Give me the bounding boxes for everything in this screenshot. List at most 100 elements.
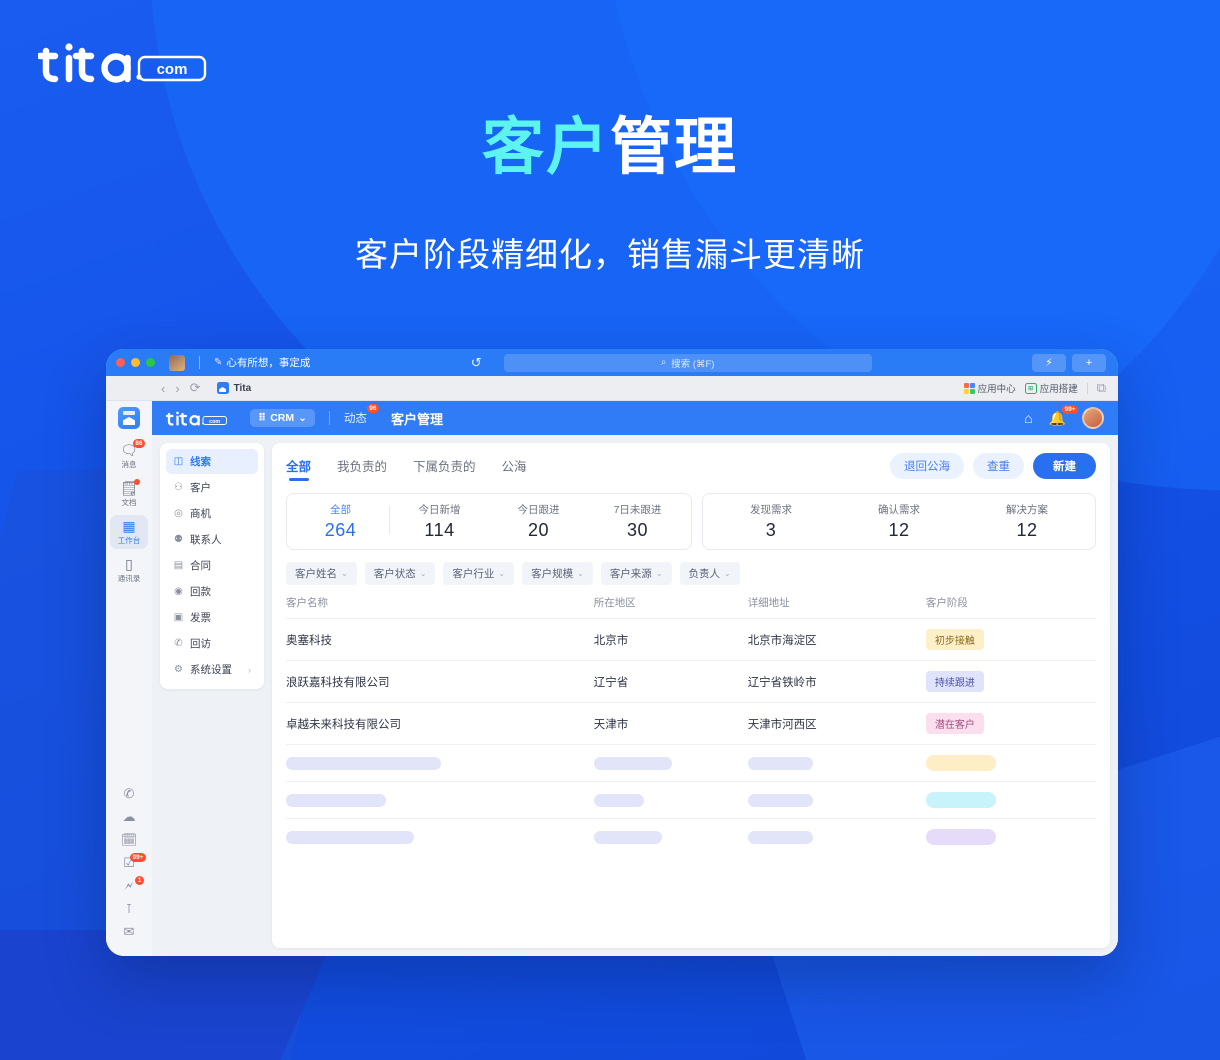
column-header-stage[interactable]: 客户阶段 <box>926 595 1096 619</box>
titlebar-avatar[interactable] <box>169 354 185 371</box>
nav-dynamic[interactable]: 动态 96 <box>344 404 379 426</box>
subnav-item-leads[interactable]: ◫ 线索 <box>166 449 258 474</box>
rocket-icon[interactable]: 🗲 1 <box>110 876 148 893</box>
calendar-icon[interactable]: 🗓 <box>110 833 148 847</box>
back-icon[interactable]: ‹ <box>161 381 165 396</box>
cell-skeleton-stage <box>925 818 1096 855</box>
reload-icon[interactable]: ⟳ <box>190 380 201 396</box>
share-icon[interactable]: ⧉ <box>1097 380 1106 396</box>
minimize-window-button[interactable] <box>131 358 140 367</box>
filter-customer-industry-label: 客户行业 <box>452 568 495 580</box>
column-header-name[interactable]: 客户名称 <box>286 595 594 619</box>
stat-discover-demand[interactable]: 发现需求 3 <box>707 502 835 541</box>
toolbar-divider <box>1086 382 1088 394</box>
chevron-down-icon: ⌄ <box>498 569 506 578</box>
cloud-icon[interactable]: ☁ <box>110 810 148 824</box>
stat-7day-no-followup[interactable]: 7日未跟进 30 <box>588 502 687 541</box>
stat-confirm-demand[interactable]: 确认需求 12 <box>835 502 963 541</box>
nav-customer-management[interactable]: 客户管理 <box>391 409 443 428</box>
table-header-row: 客户名称 所在地区 详细地址 客户阶段 <box>286 595 1096 619</box>
filter-customer-name[interactable]: 客户姓名 ⌄ <box>286 562 357 585</box>
column-header-address[interactable]: 详细地址 <box>748 595 926 619</box>
filter-customer-status[interactable]: 客户状态 ⌄ <box>364 562 436 585</box>
mail-icon[interactable]: ✉ <box>110 925 148 939</box>
stats-row: 全部 264 今日新增 114 今日跟进 20 7日未跟进 30 发现需求 3 … <box>286 493 1096 550</box>
window-controls[interactable] <box>116 358 155 367</box>
subnav-item-contracts-label: 合同 <box>190 560 211 572</box>
browser-tab[interactable]: Tita <box>216 382 251 394</box>
column-header-region[interactable]: 所在地区 <box>594 595 748 619</box>
subnav-item-payments-label: 回款 <box>190 586 211 598</box>
history-icon[interactable]: ↺ <box>471 355 482 371</box>
rail-item-messages[interactable]: 🗨 消息 86 <box>110 439 148 473</box>
bell-icon[interactable]: 🔔 99+ <box>1049 404 1078 427</box>
rail-item-contacts-label: 通讯录 <box>117 574 141 583</box>
tab-public-pool[interactable]: 公海 <box>502 456 527 481</box>
stat-today-new[interactable]: 今日新增 114 <box>390 502 489 541</box>
rail-item-contacts[interactable]: ▯ 通讯录 <box>110 553 148 587</box>
app-center-link[interactable]: 应用中心 <box>963 381 1016 395</box>
new-tab-button[interactable]: + <box>1071 353 1106 372</box>
org-icon[interactable]: ⊺ <box>110 902 148 916</box>
filter-customer-source[interactable]: 客户来源 ⌄ <box>600 562 672 585</box>
sparkle-button[interactable]: ⚡ <box>1031 353 1066 372</box>
table-row-skeleton <box>286 781 1096 819</box>
subnav-item-settings[interactable]: ⚙ 系统设置 › <box>166 657 258 682</box>
subnav-item-payments[interactable]: ◉ 回款 <box>166 579 258 604</box>
cell-customer-name: 卓越未来科技有限公司 <box>286 702 594 745</box>
check-duplicates-button[interactable]: 查重 <box>973 453 1024 479</box>
close-window-button[interactable] <box>116 358 125 367</box>
app-builder-link[interactable]: ⊞ 应用搭建 <box>1024 381 1078 395</box>
table-row[interactable]: 奥塞科技 北京市 北京市海淀区 初步接触 <box>286 618 1096 661</box>
filter-owner[interactable]: 负责人 ⌄ <box>679 562 740 585</box>
subnav-item-customers[interactable]: ⚇ 客户 <box>166 475 258 500</box>
subnav-item-revisits[interactable]: ✆ 回访 <box>166 631 258 656</box>
cell-skeleton-name <box>286 781 594 819</box>
filter-customer-industry[interactable]: 客户行业 ⌄ <box>443 562 515 585</box>
subnav-item-invoices[interactable]: ▣ 发票 <box>166 605 258 630</box>
stat-today-followup[interactable]: 今日跟进 20 <box>489 502 588 541</box>
cell-skeleton-address <box>747 781 926 819</box>
cell-skeleton-name <box>286 818 594 855</box>
tab-my-responsible[interactable]: 我负责的 <box>337 456 387 481</box>
leads-icon: ◫ <box>173 456 184 467</box>
subnav-item-contracts[interactable]: ▤ 合同 <box>166 553 258 578</box>
cell-customer-name: 浪跃嘉科技有限公司 <box>286 660 594 703</box>
tab-all[interactable]: 全部 <box>286 456 311 481</box>
page-subtitle: 客户阶段精细化，销售漏斗更清晰 <box>355 236 865 273</box>
user-avatar[interactable] <box>1082 407 1104 429</box>
table-row[interactable]: 浪跃嘉科技有限公司 辽宁省 辽宁省铁岭市 持续跟进 <box>286 660 1096 703</box>
chevron-down-icon: ⌄ <box>298 412 307 424</box>
cell-region: 辽宁省 <box>593 660 748 703</box>
stat-all[interactable]: 全部 264 <box>291 502 390 541</box>
phone-icon[interactable]: ✆ <box>110 787 148 801</box>
return-to-pool-button[interactable]: 退回公海 <box>890 453 964 479</box>
stat-solution[interactable]: 解决方案 12 <box>963 502 1091 541</box>
workbench-grid-icon: ▦ <box>122 518 136 534</box>
browser-toolbar-right: 应用中心 ⊞ 应用搭建 ⧉ <box>963 380 1106 396</box>
browser-search-bar[interactable]: ⌕ 搜索 (⌘F) <box>503 353 872 372</box>
rail-bottom-group: ✆ ☁ 🗓 ☑ 99+ 🗲 1 ⊺ ✉ <box>106 787 152 956</box>
revisit-phone-icon: ✆ <box>174 638 183 649</box>
task-icon[interactable]: ☑ 99+ <box>110 853 148 870</box>
stat-today-new-label: 今日新增 <box>418 504 461 516</box>
tab-subordinate-responsible[interactable]: 下属负责的 <box>413 456 476 481</box>
forward-icon[interactable]: › <box>175 381 179 396</box>
maximize-window-button[interactable] <box>146 358 155 367</box>
home-icon[interactable]: ⌂ <box>1024 410 1032 426</box>
subnav-item-contacts-label: 联系人 <box>190 534 222 546</box>
subnav-item-opportunities[interactable]: ◎ 商机 <box>166 501 258 526</box>
stat-confirm-demand-value: 12 <box>888 520 910 540</box>
cell-skeleton-name <box>286 744 594 782</box>
rail-item-workbench[interactable]: ▦ 工作台 <box>110 515 148 549</box>
table-row[interactable]: 卓越未来科技有限公司 天津市 天津市河西区 潜在客户 <box>286 702 1096 745</box>
chevron-down-icon: ⌄ <box>655 569 663 578</box>
create-new-button[interactable]: 新建 <box>1033 453 1096 479</box>
subnav-item-contacts[interactable]: ⚉ 联系人 <box>166 527 258 552</box>
gear-icon: ⚙ <box>174 664 183 675</box>
rail-item-documents[interactable]: 🗒 文档 <box>110 477 148 511</box>
invoice-icon: ▣ <box>173 612 184 623</box>
subnav-item-invoices-label: 发票 <box>190 612 211 624</box>
filter-customer-scale[interactable]: 客户规模 ⌄ <box>522 562 593 585</box>
crm-module-selector[interactable]: ⠿ CRM ⌄ <box>250 409 315 427</box>
